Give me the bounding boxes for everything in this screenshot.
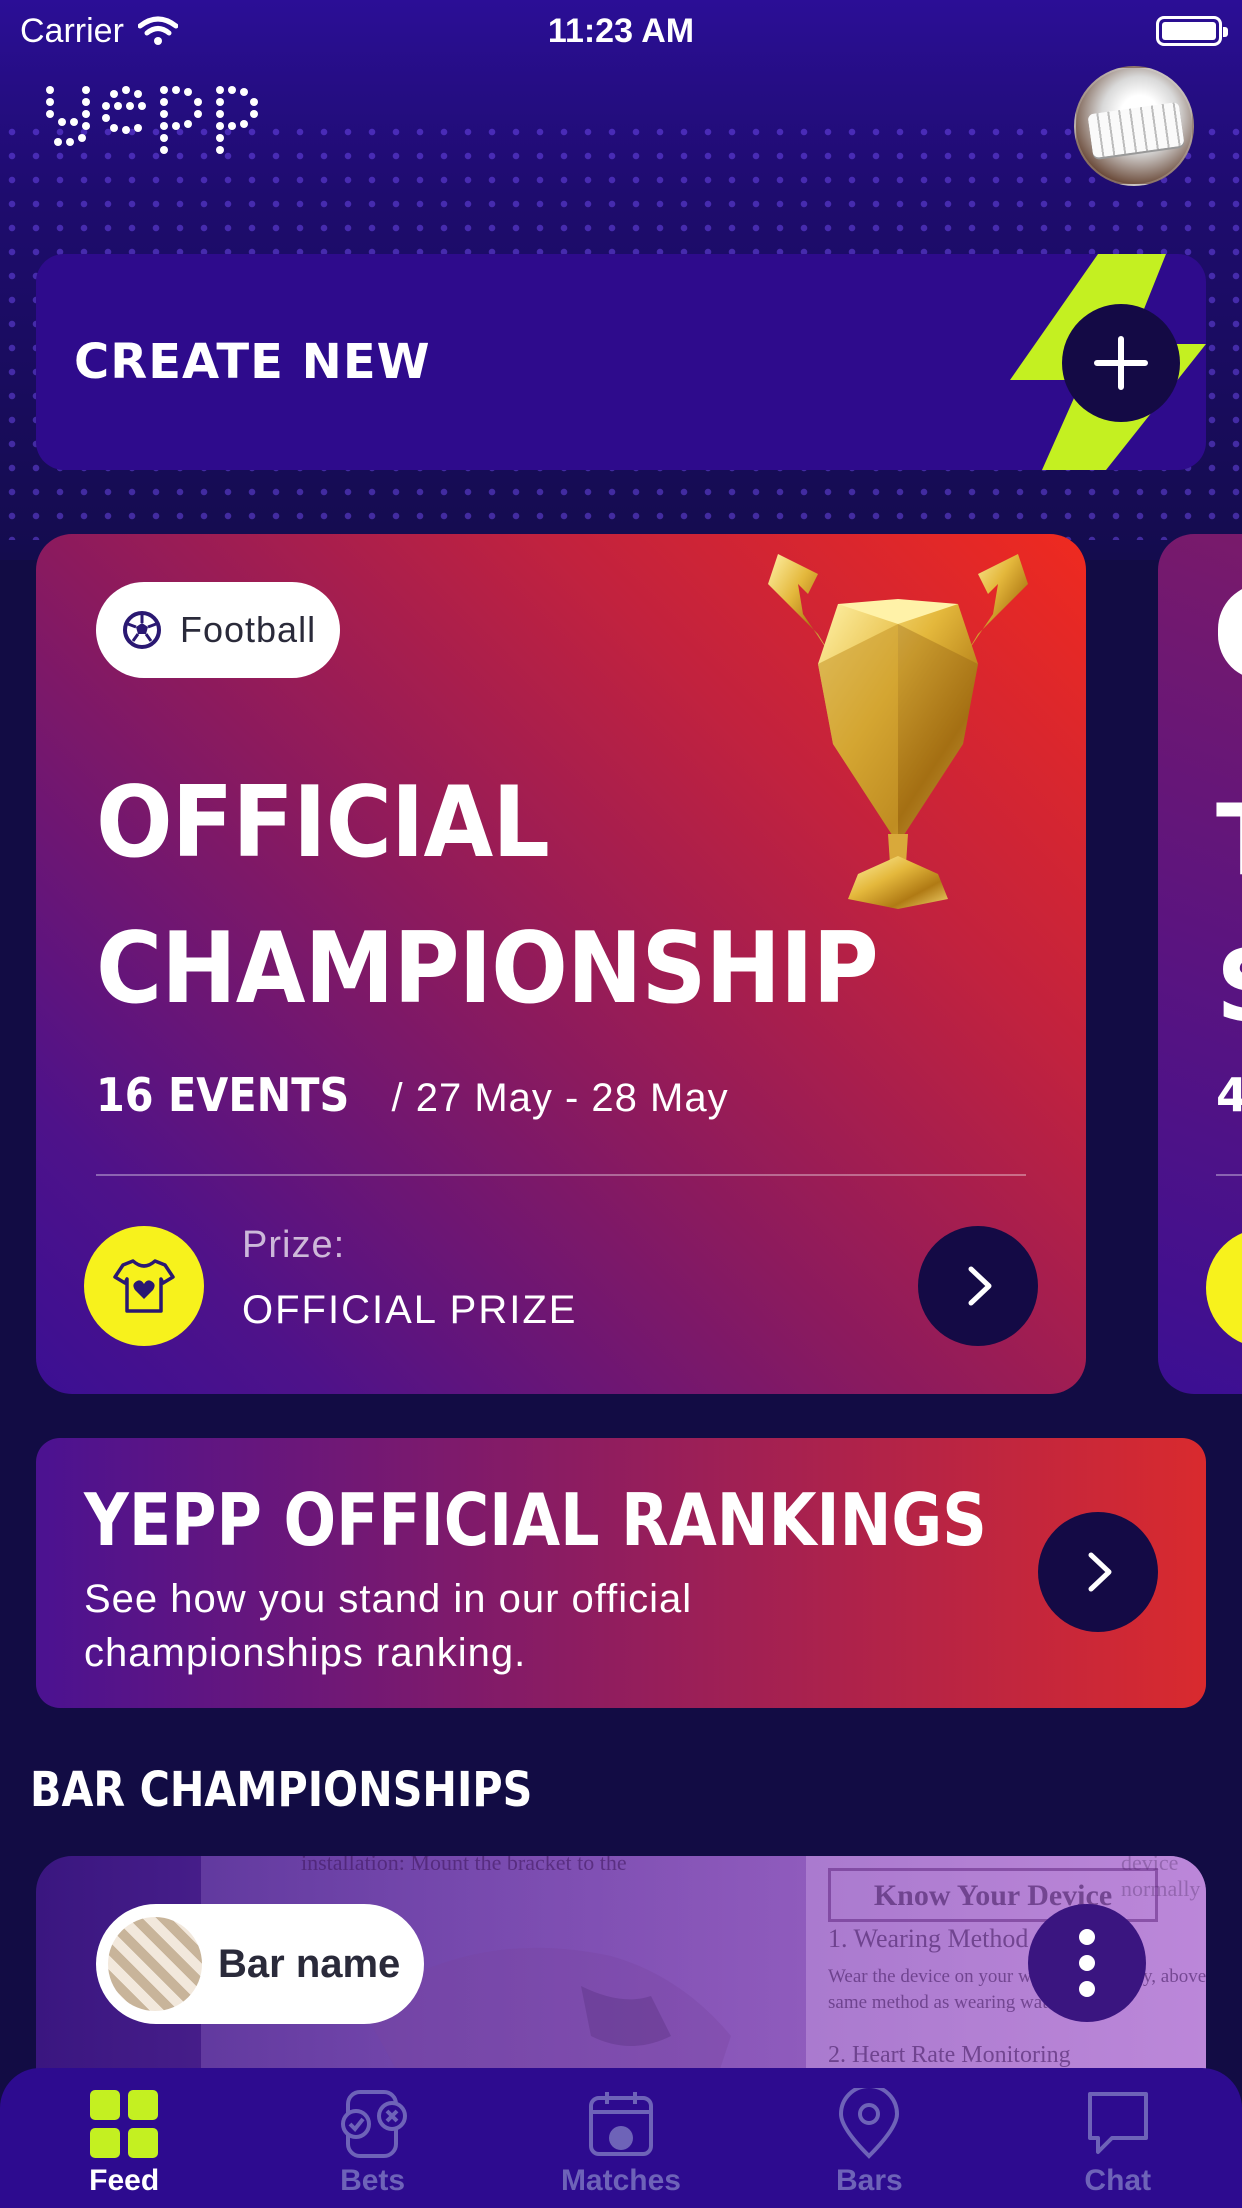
chat-bubble-icon [1087,2092,1148,2154]
championship-title-line2: CHAMPIONSHIP [96,912,879,1026]
sport-badge[interactable]: Football [96,582,341,678]
chevron-right-icon [1088,1552,1112,1592]
tab-matches[interactable]: Matches [521,2088,721,2198]
events-count: 16 EVENTS [96,1068,350,1122]
tab-feed[interactable]: Feed [24,2088,224,2198]
manual-item-1: 1. Wearing Method [828,1924,1029,1953]
create-new-card[interactable]: CREATE NEW [36,254,1206,470]
bets-icon [340,2090,407,2158]
sport-label: Football [180,609,317,650]
bar-badge[interactable]: Bar name [96,1904,425,2024]
profile-avatar[interactable] [1074,66,1194,186]
plus-icon [1094,336,1148,390]
date-range: / 27 May - 28 May [391,1076,729,1120]
photo-text-top: installation: Mount the bracket to the [301,1856,627,1875]
football-icon [123,611,161,649]
peek-prize-icon [1206,1228,1242,1348]
manual-item-2: 2. Heart Rate Monitoring [828,2042,1071,2068]
grid-icon [90,2090,159,2158]
tab-matches-label: Matches [560,2164,681,2197]
status-bar: Carrier 11:23 AM [0,0,1242,62]
yepp-logo [46,86,258,154]
divider [96,1174,1026,1176]
add-button[interactable] [1062,304,1180,422]
bar-championships-heading: BAR CHAMPIONSHIPS [30,1762,533,1818]
tab-bars[interactable]: Bars [769,2088,969,2198]
location-pin-icon [839,2088,900,2159]
clock: 11:23 AM [547,11,695,50]
bar-name-label: Bar name [218,1941,401,1986]
peek-title-line2: S [1216,930,1242,1044]
tab-feed-label: Feed [89,2164,160,2197]
sport-badge-peek [1218,584,1242,680]
championship-card[interactable]: Football OFFICIAL CHAMPIONSHIP 16 EVENTS… [36,534,1086,1394]
create-new-label: CREATE NEW [74,334,431,390]
prize-label: Prize: [242,1224,346,1266]
rankings-card[interactable]: YEPP OFFICIAL RANKINGS See how you stand… [36,1438,1206,1708]
tab-bars-label: Bars [836,2164,903,2197]
bar-avatar [108,1917,202,2011]
calendar-icon [588,2092,653,2156]
more-options-button[interactable] [1028,1904,1146,2022]
tab-bets-label: Bets [340,2164,406,2197]
tshirt-heart-icon [113,1259,175,1313]
avatar-photo [1087,101,1185,159]
tab-chat-label: Chat [1084,2164,1152,2197]
tab-bar: Feed Bets Matches Bars Chat [0,2068,1242,2208]
prize-icon [84,1226,204,1346]
peek-events: 4 [1216,1068,1242,1122]
dot-icon [1079,1981,1095,1997]
rankings-description: See how you stand in our official champi… [84,1577,693,1675]
prize-value: OFFICIAL PRIZE [242,1288,578,1332]
dot-icon [1079,1929,1095,1945]
tab-chat[interactable]: Chat [1018,2088,1218,2198]
open-rankings-button[interactable] [1038,1512,1158,1632]
peek-title-line1: T [1216,784,1242,898]
chevron-right-icon [968,1266,992,1306]
championship-meta: 16 EVENTS / 27 May - 28 May [96,1068,729,1122]
rankings-title: YEPP OFFICIAL RANKINGS [84,1478,987,1562]
tab-bets[interactable]: Bets [273,2088,473,2198]
open-championship-button[interactable] [918,1226,1038,1346]
championship-title: OFFICIAL CHAMPIONSHIP [96,750,879,1042]
manual-body: Wear the device on your wrist horizontal… [828,1966,1206,2013]
championship-title-line1: OFFICIAL [96,766,550,880]
dot-icon [1079,1955,1095,1971]
battery-icon [1156,16,1228,46]
championship-card-next[interactable]: T S 4 [1158,534,1242,1394]
peek-divider [1216,1174,1242,1176]
